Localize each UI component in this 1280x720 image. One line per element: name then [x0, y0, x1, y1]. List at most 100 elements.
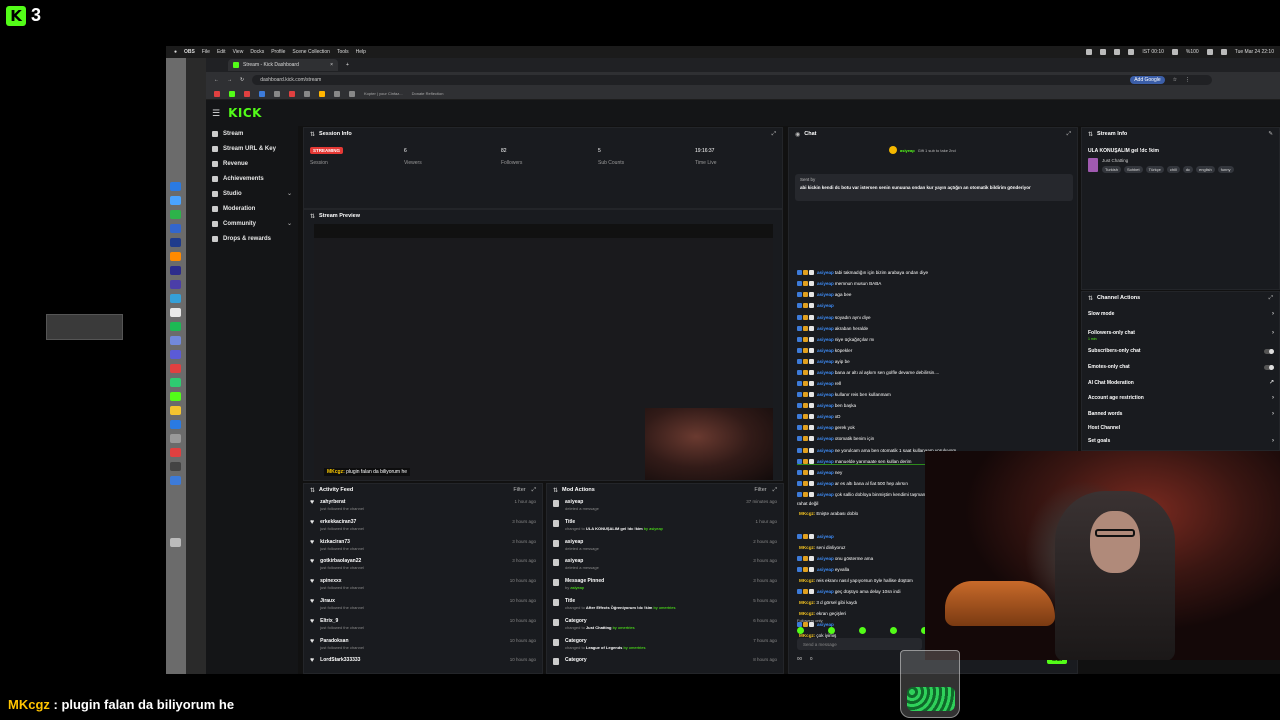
address-bar[interactable]: dashboard.kick.com/stream	[252, 75, 1213, 85]
chat-username[interactable]: asiyeap	[817, 303, 834, 308]
chat-username[interactable]: asiyeap	[817, 348, 834, 353]
activity-username[interactable]: Eltrix_9	[320, 618, 364, 624]
chat-username[interactable]: asiyeap	[817, 403, 834, 408]
browser-tab[interactable]: Stream - Kick Dashboard ×	[228, 59, 338, 71]
chat-username[interactable]: asiyeap	[817, 481, 834, 486]
chat-message[interactable]: asiyeap	[797, 303, 835, 308]
bookmark-icon[interactable]	[319, 90, 325, 97]
chat-username[interactable]: asiyeap	[817, 448, 834, 453]
chat-username[interactable]: asiyeap	[817, 436, 834, 441]
menubar-item-edit[interactable]: Edit	[217, 49, 226, 55]
add-google-button[interactable]: Add Google	[1130, 76, 1165, 84]
dock-app-icon[interactable]	[170, 350, 181, 359]
chat-username[interactable]: asiyeap	[817, 381, 834, 386]
stream-tag[interactable]: english	[1196, 166, 1215, 173]
bookmark-icon[interactable]	[349, 90, 355, 97]
chat-username[interactable]: asiyeap	[817, 315, 834, 320]
drag-handle-icon[interactable]: ⇅	[553, 487, 558, 494]
menubar-item-tools[interactable]: Tools	[337, 49, 349, 55]
status-icon[interactable]	[1114, 49, 1121, 55]
dock-app-icon[interactable]	[170, 406, 181, 415]
emote-icon[interactable]	[859, 627, 866, 634]
channel-action-row[interactable]: AI Chat Moderation ↗	[1088, 379, 1274, 387]
mod-detail-user[interactable]: by omertries	[652, 605, 675, 610]
chat-username[interactable]: asiyeap	[817, 370, 834, 375]
bookmark-link[interactable]: Kopter | your Cinfaz...	[364, 91, 403, 96]
drag-handle-icon[interactable]: ⇅	[310, 131, 315, 138]
menubar-clock[interactable]: Tue Mar 24 22:10	[1235, 49, 1274, 55]
drag-handle-icon[interactable]: ⇅	[310, 487, 315, 494]
forward-arrow-icon[interactable]: →	[227, 77, 232, 83]
chat-input[interactable]: Send a message	[797, 638, 922, 650]
filter-button[interactable]: Filter	[513, 487, 525, 494]
back-arrow-icon[interactable]: ←	[214, 77, 219, 83]
chat-message[interactable]: asiyeap akraban heralde	[797, 326, 868, 331]
menubar-item-file[interactable]: File	[202, 49, 210, 55]
filter-button[interactable]: Filter	[754, 487, 766, 494]
sidebar-item-revenue[interactable]: Revenue	[206, 156, 298, 171]
after-effects-icon[interactable]	[170, 280, 181, 289]
mod-action-row[interactable]: Category changed to League of Legends by …	[547, 635, 783, 655]
chat-username[interactable]: MKcgz:	[799, 545, 815, 550]
activity-row[interactable]: ♥ spinexxx just followed the channel 10 hou…	[304, 575, 542, 595]
chat-username[interactable]: asiyeap	[817, 470, 834, 475]
chat-username[interactable]: asiyeap	[817, 270, 834, 275]
top-gifter-banner[interactable]: asiyeap Gift 1 sub to take 2nd	[889, 146, 956, 154]
bluetooth-icon[interactable]	[1171, 49, 1178, 55]
hamburger-menu-icon[interactable]: ☰	[212, 108, 220, 119]
expand-icon[interactable]: ⤢	[773, 487, 777, 494]
chat-username[interactable]: asiyeap	[817, 392, 834, 397]
mod-action-row[interactable]: asiyeap deleted a message 3 hours ago	[547, 555, 783, 575]
menubar-item-help[interactable]: Help	[356, 49, 366, 55]
stream-tag[interactable]: chill	[1166, 166, 1180, 173]
chat-message[interactable]: asiyeap ney	[797, 470, 842, 475]
channel-action-row[interactable]: Set goals ›	[1088, 438, 1274, 444]
activity-row[interactable]: ♥ erkekkaciran37 just followed the channel…	[304, 516, 542, 536]
bookmark-icon[interactable]	[244, 90, 250, 97]
bookmark-link[interactable]: Donate Reflection	[412, 91, 444, 96]
chat-count[interactable]: 0	[810, 656, 813, 661]
kick-logo[interactable]: KICK	[228, 106, 262, 120]
chat-username[interactable]: asiyeap	[817, 292, 834, 297]
chat-username[interactable]: asiyeap	[817, 567, 834, 572]
battery-percent[interactable]: %100	[1186, 49, 1199, 55]
activity-username[interactable]: zahyrberat	[320, 499, 364, 505]
mod-action-row[interactable]: Title changed to ULA KONUŞALIM gel !dc !k…	[547, 516, 783, 536]
chevron-right-icon[interactable]: ›	[1272, 330, 1274, 336]
chat-username[interactable]: MKcgz:	[799, 600, 815, 605]
channel-action-row[interactable]: Host Channel	[1088, 425, 1274, 431]
chat-message[interactable]: asiyeap otomatik benim için	[797, 436, 874, 441]
sidebar-item-achievements[interactable]: Achievements	[206, 171, 298, 186]
dock-app-icon[interactable]	[170, 308, 181, 317]
emote-icon[interactable]	[797, 627, 804, 634]
chat-message[interactable]: asiyeap	[797, 534, 835, 539]
chat-message[interactable]: asiyeap geç düşüyo ama delay 10sn indi	[797, 589, 901, 594]
chat-message[interactable]: MKcgz: ekran geçişleri	[797, 611, 846, 616]
mod-action-row[interactable]: Title changed to After Effects Öğreniyoru…	[547, 595, 783, 615]
chat-username[interactable]: asiyeap	[817, 534, 834, 539]
bookmark-icon[interactable]	[274, 90, 280, 97]
menubar-app-name[interactable]: OBS	[184, 49, 195, 55]
spotify-icon[interactable]	[170, 322, 181, 331]
menubar-item-scene-collection[interactable]: Scene Collection	[292, 49, 330, 55]
activity-row[interactable]: ♥ Jiraux just followed the channel 10 hours…	[304, 595, 542, 615]
activity-username[interactable]: gotkirbaolayan22	[320, 558, 364, 564]
bookmark-icon[interactable]	[334, 90, 340, 97]
mod-detail-user[interactable]: by asiyeap	[643, 526, 663, 531]
chat-message[interactable]: MKcgz: reis ekranı nasıl yapıyorsun öyle …	[797, 578, 913, 583]
mod-detail-user[interactable]: by omertries	[611, 625, 635, 630]
activity-username[interactable]: Paradoksan	[320, 638, 364, 644]
activity-row[interactable]: ♥ kizkaciran73 just followed the channel 3 …	[304, 536, 542, 556]
chat-message[interactable]: asiyeap ben başka	[797, 403, 856, 408]
sidebar-item-stream-url-key[interactable]: Stream URL & Key	[206, 141, 298, 156]
stream-preview-video[interactable]: MKcgz: plugin falan da biliyorum he	[314, 224, 773, 480]
chat-message[interactable]: asiyeap rell	[797, 381, 841, 386]
chat-username[interactable]: asiyeap	[817, 326, 834, 331]
activity-row[interactable]: ♥ gotkirbaolayan22 just followed the chann…	[304, 555, 542, 575]
close-tab-icon[interactable]: ×	[330, 62, 333, 68]
sidebar-item-studio[interactable]: Studio ⌄	[206, 186, 298, 201]
activity-username[interactable]: Jiraux	[320, 598, 364, 604]
expand-icon[interactable]: ⤢	[772, 131, 776, 138]
status-icon[interactable]	[1100, 49, 1107, 55]
emote-icon[interactable]	[828, 627, 835, 634]
